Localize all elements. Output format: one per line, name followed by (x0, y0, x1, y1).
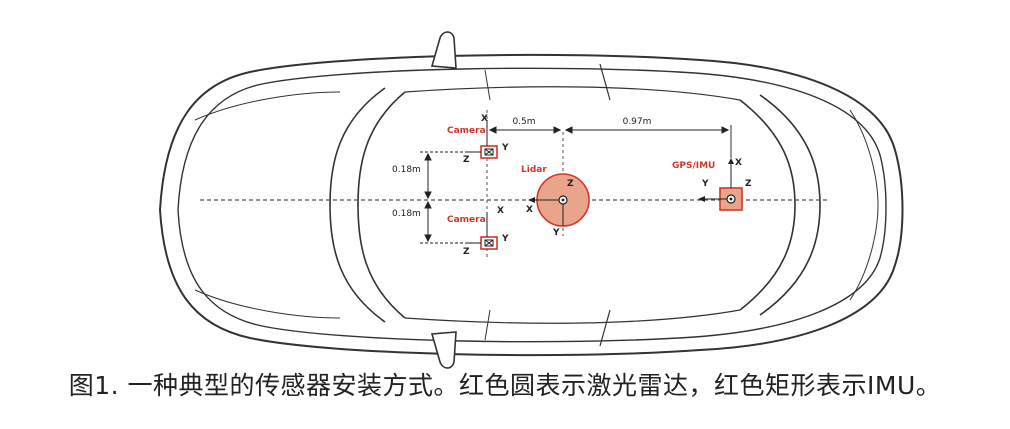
imu-x-label: X (735, 158, 742, 168)
dim-05-label: 0.5m (512, 117, 535, 127)
imu-y-label: Y (701, 179, 709, 189)
lidar-y-label: Y (552, 228, 560, 238)
dim-018-bottom-label: 0.18m (392, 209, 421, 219)
imu-label: GPS/IMU (672, 161, 715, 171)
dimension-097 (564, 126, 730, 134)
vehicle-sensor-diagram: 0.5m 0.97m 0.18m 0.18m Camera X Y Z Came… (158, 31, 904, 369)
camera-bottom-z-label: Z (463, 247, 470, 257)
camera-bottom-y-label: Y (501, 234, 509, 244)
camera-bottom-x-label: X (497, 206, 504, 216)
camera-top-x-label: X (481, 114, 488, 124)
dimension-018 (420, 151, 478, 244)
figure-caption: 图1. 一种典型的传感器安装方式。红色圆表示激光雷达，红色矩形表示IMU。 (68, 371, 942, 400)
lidar-x-label: X (526, 205, 533, 215)
dim-097-label: 0.97m (623, 117, 652, 127)
mirror-bottom (430, 331, 457, 369)
camera-bottom-label: Camera (447, 215, 486, 225)
dim-018-top-label: 0.18m (392, 165, 421, 175)
camera-top-y-label: Y (501, 143, 509, 153)
lidar-label: Lidar (521, 165, 547, 175)
car-cabin (194, 63, 879, 347)
lidar-z-label: Z (567, 179, 574, 189)
dimension-05 (488, 126, 562, 134)
camera-top-label: Camera (447, 126, 486, 136)
camera-top-z-label: Z (463, 155, 470, 165)
mirror-top (430, 31, 457, 69)
lidar-sensor (528, 173, 590, 227)
imu-z-label: Z (745, 179, 752, 189)
